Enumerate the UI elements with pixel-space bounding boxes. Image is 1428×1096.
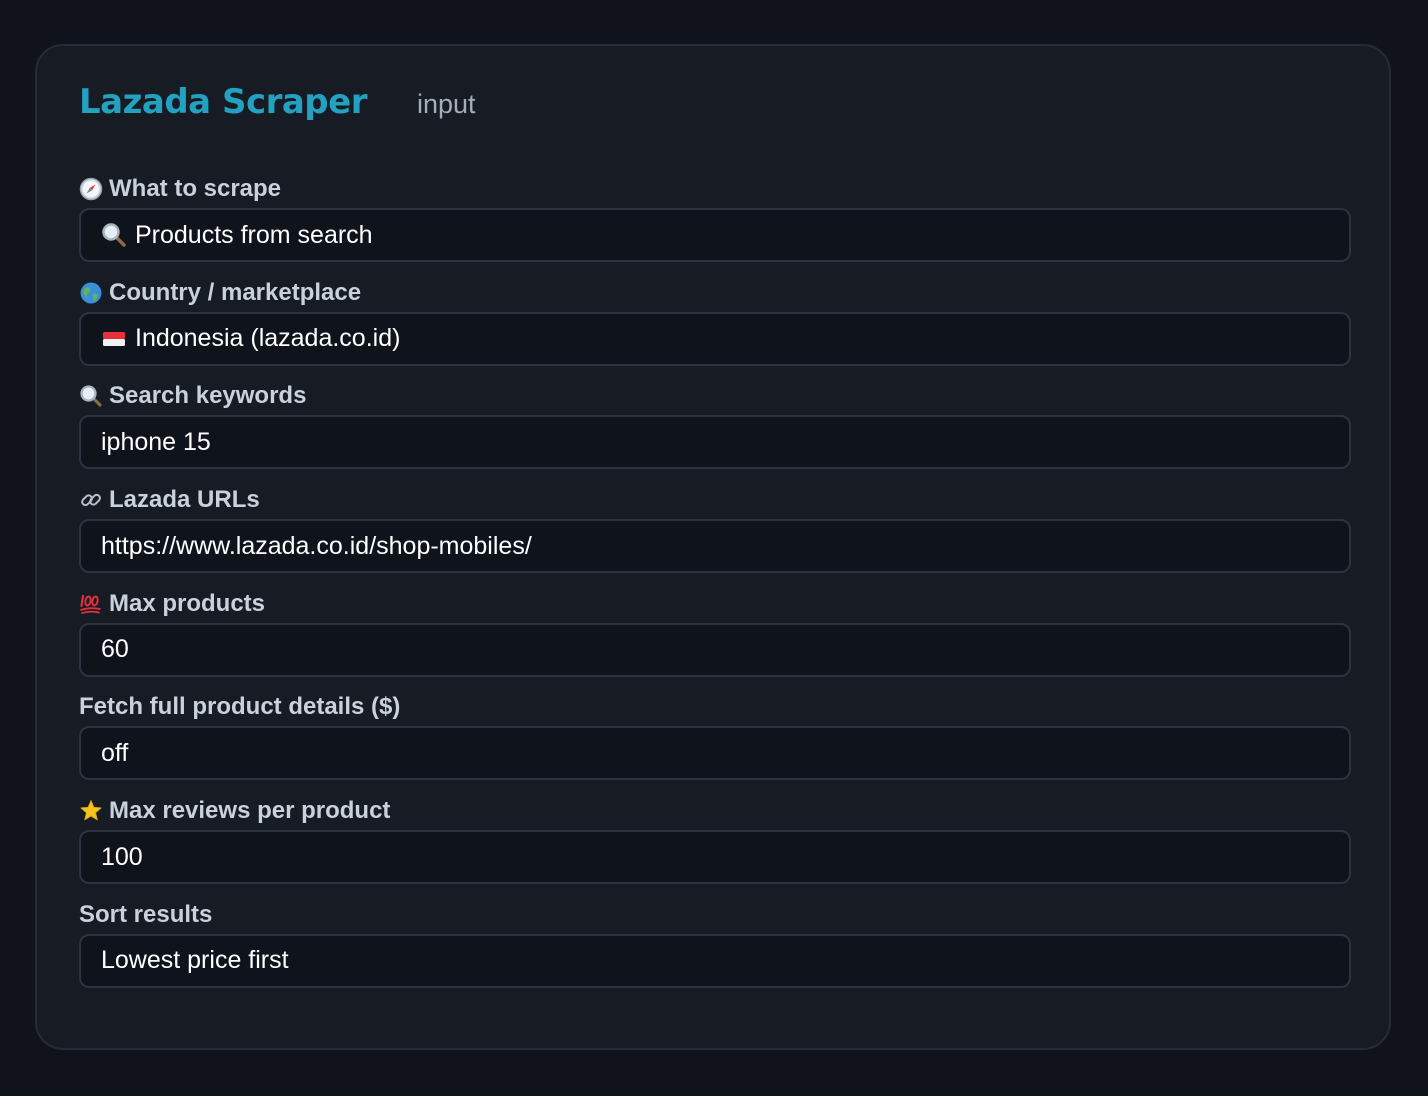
what-to-scrape-select[interactable]: Products from search [79,208,1351,262]
field-label-text: Max products [109,589,266,617]
magnifier-icon [79,384,103,408]
fetch-details-select[interactable]: off [79,726,1351,781]
field-label: Sort results [79,896,1351,934]
country-select[interactable]: Indonesia (lazada.co.id) [79,311,1351,366]
field-label-text: Max reviews per product [109,797,391,825]
star-icon [79,799,103,823]
field-label-text: What to scrape [109,175,282,202]
field-value: 100 [101,842,143,871]
field-max-products: Max products 60 [79,585,1351,689]
field-label-text: Search keywords [109,382,307,410]
form-fields: What to scrape Products from search Coun… [79,170,1351,1000]
field-label: Fetch full product details ($) [79,688,1351,726]
app-title: Lazada Scraper [79,82,367,122]
field-value: Lowest price first [101,946,289,975]
section-subtitle: input [416,89,476,119]
field-value: iphone 15 [101,427,211,456]
field-label: Max products [79,585,1351,623]
indonesia-flag-icon [101,326,127,352]
field-label-text: Lazada URLs [109,486,260,514]
link-icon [79,488,103,512]
field-label: Search keywords [79,377,1351,415]
field-label-text: Sort results [79,900,213,928]
field-max-reviews: Max reviews per product 100 [79,792,1351,896]
field-label-text: Country / marketplace [109,278,362,306]
compass-icon [79,177,103,201]
field-label: Max reviews per product [79,792,1351,830]
magnifier-icon [101,222,127,248]
input-form-card: Lazada Scraper input What to scrape Prod… [35,44,1391,1050]
field-value: off [101,738,129,767]
globe-icon [79,281,103,305]
field-sort-results: Sort results Lowest price first [79,896,1351,1000]
max-reviews-input[interactable]: 100 [79,830,1351,885]
max-products-input[interactable]: 60 [79,622,1351,677]
field-value: Indonesia (lazada.co.id) [135,324,401,353]
field-search-keywords: Search keywords iphone 15 [79,377,1351,481]
sort-results-select[interactable]: Lowest price first [79,933,1351,988]
field-label: What to scrape [79,170,1351,208]
field-country: Country / marketplace Indonesia (lazada.… [79,274,1351,378]
hundred-points-icon [79,592,103,616]
card-header: Lazada Scraper input [79,82,476,122]
field-value: 60 [101,635,129,664]
field-value: https://www.lazada.co.id/shop-mobiles/ [101,531,532,560]
field-lazada-urls: Lazada URLs https://www.lazada.co.id/sho… [79,481,1351,585]
field-value: Products from search [135,220,373,249]
search-keywords-input[interactable]: iphone 15 [79,415,1351,470]
field-fetch-details: Fetch full product details ($) off [79,688,1351,792]
field-label-text: Fetch full product details ($) [79,693,401,721]
field-label: Lazada URLs [79,481,1351,519]
field-label: Country / marketplace [79,274,1351,312]
field-what-to-scrape: What to scrape Products from search [79,170,1351,274]
lazada-urls-input[interactable]: https://www.lazada.co.id/shop-mobiles/ [79,519,1351,574]
